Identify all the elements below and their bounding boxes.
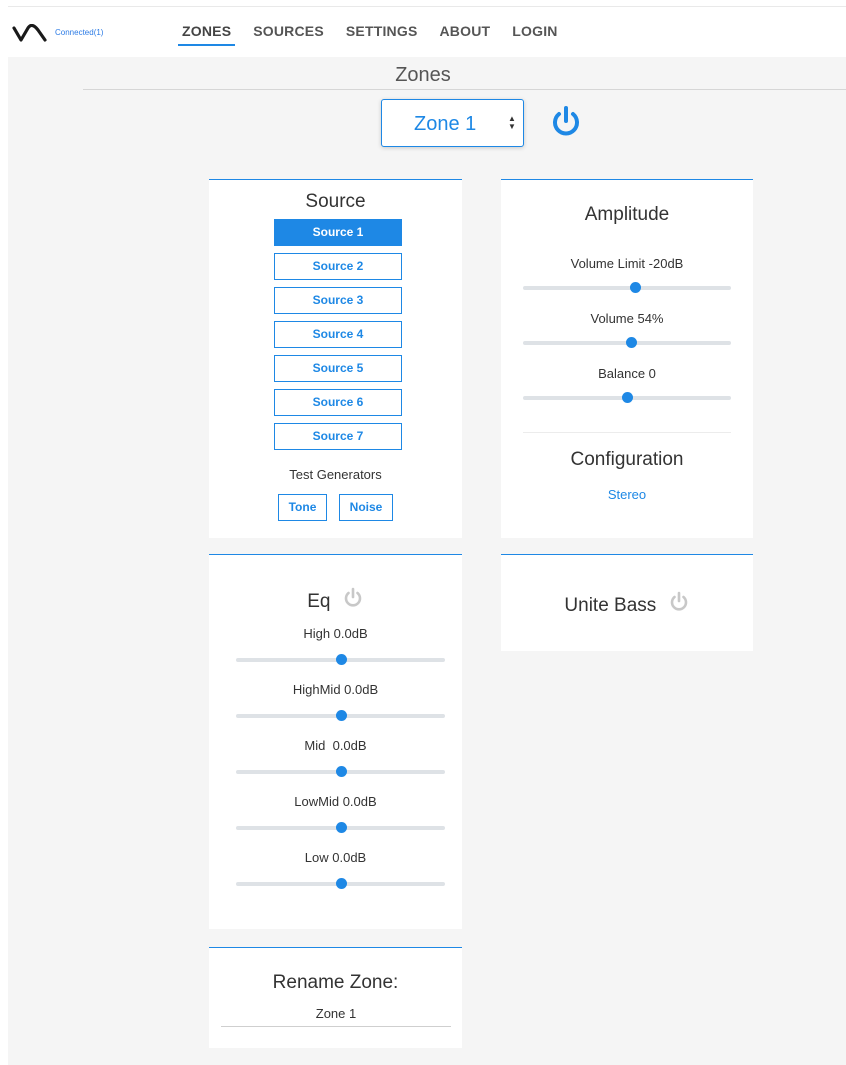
rename-zone-input[interactable]: Zone 1 (221, 1006, 451, 1027)
eq-low-thumb[interactable] (335, 878, 347, 889)
eq-lowmid-thumb[interactable] (335, 822, 347, 833)
volume-limit-thumb[interactable] (630, 282, 642, 293)
power-icon[interactable] (548, 104, 584, 140)
eq-high-thumb[interactable] (335, 654, 347, 665)
balance-label: Balance 0 (598, 366, 656, 381)
volume-thumb[interactable] (626, 337, 638, 348)
source-card: Source Source 1 Source 2 Source 3 Source… (209, 179, 462, 538)
volume-limit-slider[interactable] (523, 282, 731, 293)
volume-slider[interactable] (523, 337, 731, 348)
select-arrows-icon: ▲ ▼ (508, 114, 516, 131)
amplitude-title: Amplitude (584, 204, 670, 225)
amplitude-divider (523, 432, 731, 433)
eq-highmid-label: HighMid 0.0dB (292, 682, 379, 697)
eq-low-label: Low 0.0dB (304, 850, 367, 865)
logo-icon (12, 24, 47, 42)
volume-limit-label: Volume Limit -20dB (570, 256, 684, 271)
nav-login[interactable]: LOGIN (508, 21, 561, 46)
eq-lowmid-slider[interactable] (236, 822, 445, 833)
test-generators-label: Test Generators (289, 467, 382, 482)
eq-mid-thumb[interactable] (335, 766, 347, 777)
connection-status: Connected(1) (55, 28, 104, 37)
eq-high-label: High 0.0dB (303, 626, 368, 641)
eq-highmid-thumb[interactable] (335, 710, 347, 721)
eq-title-row: Eq (209, 587, 462, 613)
volume-label: Volume 54% (590, 311, 664, 326)
configuration-value[interactable]: Stereo (501, 487, 753, 502)
eq-high-slider[interactable] (236, 654, 445, 665)
nav-sources[interactable]: SOURCES (249, 21, 328, 46)
zone-select[interactable]: Zone 1 ▲ ▼ (381, 99, 524, 147)
title-divider (83, 89, 846, 90)
eq-highmid-slider[interactable] (236, 710, 445, 721)
source-5-button[interactable]: Source 5 (274, 355, 402, 382)
rename-zone-card: Rename Zone: Zone 1 (209, 947, 462, 1048)
zone-select-value: Zone 1 (414, 113, 477, 135)
eq-card: Eq High 0.0dB HighMid 0.0dB Mid 0.0dB Lo… (209, 554, 462, 929)
page-title: Zones (395, 64, 451, 86)
unite-bass-card: Unite Bass (501, 554, 753, 651)
unite-bass-title-row: Unite Bass (501, 591, 753, 617)
source-4-button[interactable]: Source 4 (274, 321, 402, 348)
nav-zones[interactable]: ZONES (178, 21, 236, 46)
unite-bass-title: Unite Bass (564, 595, 657, 616)
source-3-button[interactable]: Source 3 (274, 287, 402, 314)
eq-mid-slider[interactable] (236, 766, 445, 777)
source-7-button[interactable]: Source 7 (274, 423, 402, 450)
eq-mid-label: Mid 0.0dB (304, 738, 367, 753)
configuration-title: Configuration (570, 449, 684, 470)
source-title: Source (305, 191, 366, 212)
eq-lowmid-label: LowMid 0.0dB (294, 794, 377, 809)
amplitude-card: Amplitude Volume Limit -20dB Volume 54% … (501, 179, 753, 538)
eq-power-icon[interactable] (342, 587, 364, 609)
balance-slider[interactable] (523, 392, 731, 403)
source-1-button[interactable]: Source 1 (274, 219, 402, 246)
eq-title: Eq (307, 591, 331, 612)
source-2-button[interactable]: Source 2 (274, 253, 402, 280)
rename-zone-title: Rename Zone: (272, 972, 399, 993)
eq-low-slider[interactable] (236, 878, 445, 889)
unite-bass-power-icon[interactable] (668, 591, 690, 613)
tone-button[interactable]: Tone (278, 494, 327, 521)
navbar: Connected(1) ZONES SOURCES SETTINGS ABOU… (0, 7, 846, 57)
noise-button[interactable]: Noise (339, 494, 393, 521)
nav-about[interactable]: ABOUT (435, 21, 494, 46)
nav-settings[interactable]: SETTINGS (342, 21, 422, 46)
balance-thumb[interactable] (622, 392, 633, 403)
main-nav: ZONES SOURCES SETTINGS ABOUT LOGIN (178, 21, 576, 46)
source-6-button[interactable]: Source 6 (274, 389, 402, 416)
